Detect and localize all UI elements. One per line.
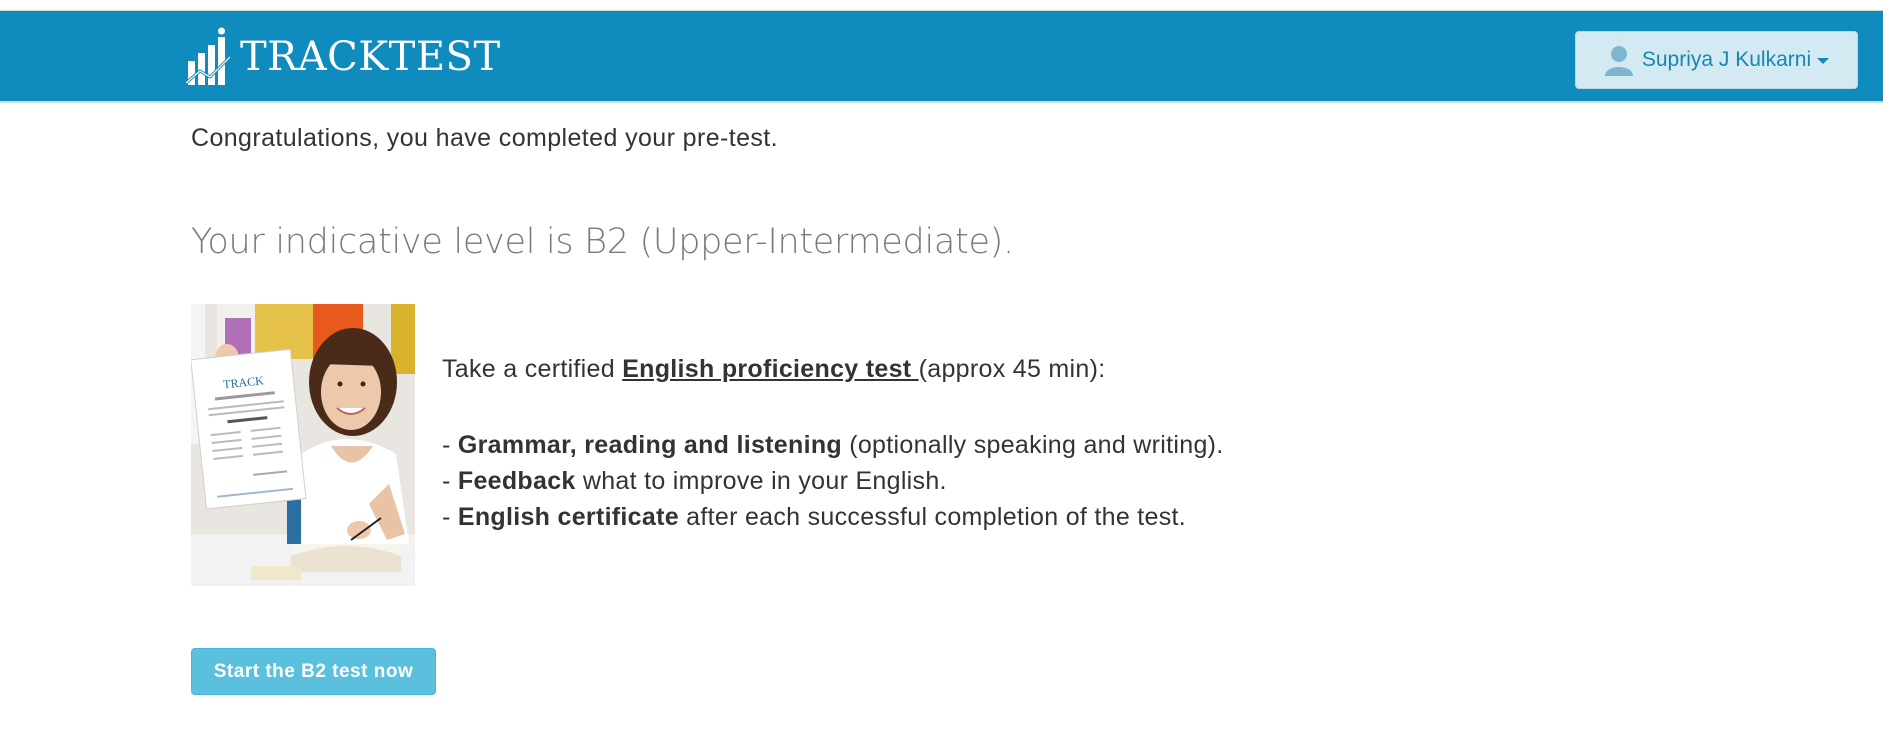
user-icon [1604,46,1633,76]
user-name: Supriya J Kulkarni [1641,48,1812,71]
bullet-dash: - [442,503,458,531]
top-navbar: TRACKTEST Supriya J Kulkarni [0,11,1883,103]
bullet-bold-text: Grammar, reading and listening [457,431,842,459]
test-benefits-list: - Grammar, reading and listening (option… [442,427,1224,535]
indicative-level-heading: Your indicative level is B2 (Upper-Inter… [191,222,1014,262]
logo-chart-icon [186,27,232,85]
browser-top-edge [0,0,1883,11]
bullet-bold-text: Feedback [457,467,576,495]
certified-test-offer: Take a certified English proficiency tes… [442,355,1105,384]
english-proficiency-test-link[interactable]: English proficiency test [622,355,918,383]
completion-message: Congratulations, you have completed your… [191,124,778,152]
bullet-bold-text: English certificate [457,503,679,531]
student-with-certificate-image: TRACK [191,304,415,586]
chevron-down-icon [1817,58,1830,64]
tracktest-logo[interactable]: TRACKTEST [186,27,501,87]
user-menu-button[interactable]: Supriya J Kulkarni [1575,31,1858,89]
bullet-dash: - [442,431,458,459]
brand-name: TRACKTEST [240,34,501,80]
offer-prefix: Take a certified [442,355,623,383]
offer-suffix: (approx 45 min): [918,355,1106,383]
bullet-text: what to improve in your English. [575,467,947,495]
bullet-dash: - [442,467,458,495]
bullet-text: (optionally speaking and writing). [841,431,1224,459]
bullet-text: after each successful completion of the … [678,503,1187,531]
list-item: - Feedback what to improve in your Engli… [442,463,1224,499]
start-b2-test-button[interactable]: Start the B2 test now [191,648,436,695]
list-item: - English certificate after each success… [442,499,1224,535]
list-item: - Grammar, reading and listening (option… [442,427,1224,463]
photo-illustration: TRACK [191,304,415,586]
